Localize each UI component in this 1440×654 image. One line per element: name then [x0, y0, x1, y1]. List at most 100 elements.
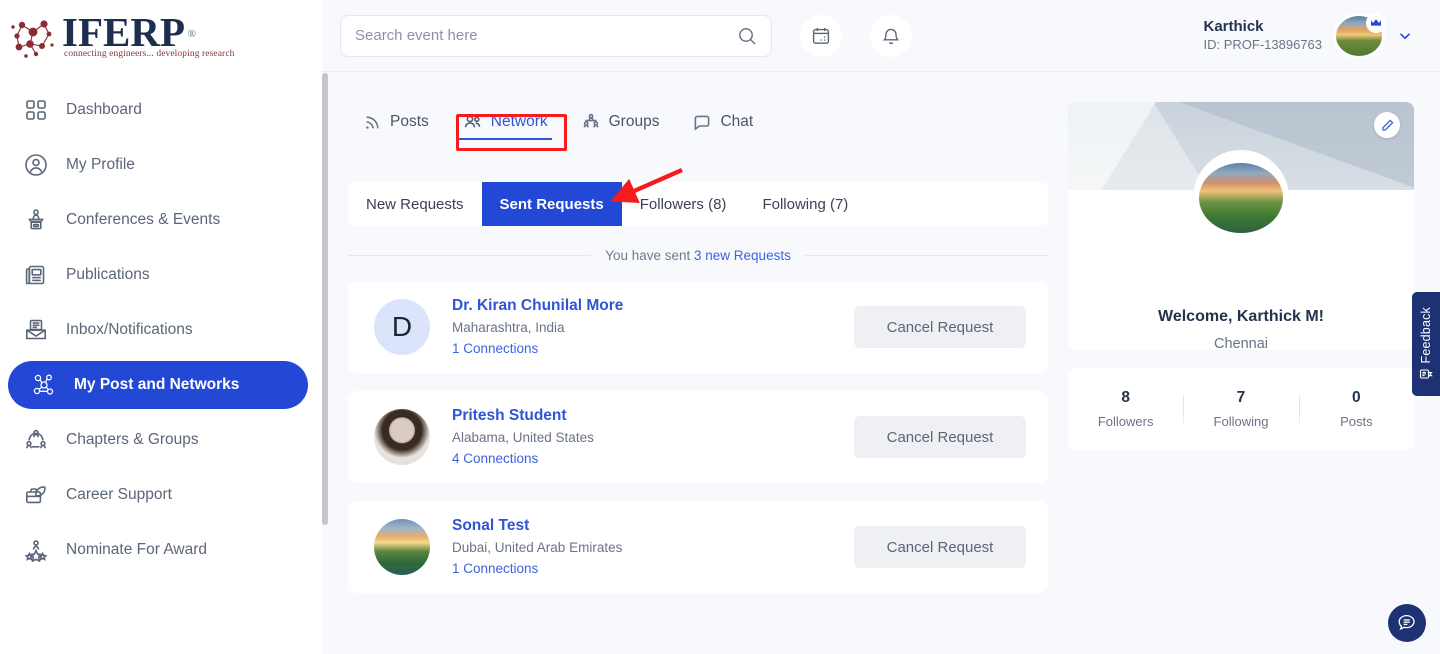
group-hierarchy-icon: [582, 113, 600, 131]
content-column: Posts Network Groups: [348, 102, 1048, 654]
tab-label: Chat: [720, 113, 753, 131]
sidebar-item-label: My Profile: [66, 156, 135, 174]
divider-line-right: [805, 255, 1048, 256]
avatar[interactable]: D: [374, 299, 430, 355]
sidebar-item-label: Inbox/Notifications: [66, 321, 193, 339]
stat-label: Followers: [1068, 414, 1183, 429]
subtab-new-requests[interactable]: New Requests: [348, 182, 482, 226]
profile-card: Welcome, Karthick M! Chennai: [1068, 102, 1414, 350]
person-name[interactable]: Dr. Kiran Chunilal More: [452, 295, 854, 317]
cancel-request-button[interactable]: Cancel Request: [854, 306, 1026, 348]
sidebar-item-chapters-groups[interactable]: Chapters & Groups: [0, 416, 308, 464]
sidebar-item-label: Nominate For Award: [66, 541, 207, 559]
grid-icon: [16, 99, 56, 121]
table-row: Sonal Test Dubai, United Arab Emirates 1…: [348, 501, 1048, 593]
network-subtabs: New Requests Sent Requests Followers (8)…: [348, 182, 1048, 226]
user-menu[interactable]: Karthick ID: PROF-13896763: [1203, 16, 1414, 56]
sidebar-scrollbar-thumb[interactable]: [322, 73, 328, 525]
search-input[interactable]: [355, 27, 737, 44]
tab-label: Posts: [390, 113, 429, 131]
avatar[interactable]: [374, 409, 430, 465]
person-connections[interactable]: 4 Connections: [452, 448, 854, 469]
person-connections[interactable]: 1 Connections: [452, 558, 854, 579]
subtab-followers[interactable]: Followers (8): [622, 182, 745, 226]
sidebar-item-label: Publications: [66, 266, 150, 284]
stat-followers[interactable]: 8 Followers: [1068, 389, 1183, 429]
person-location: Alabama, United States: [452, 427, 854, 448]
tab-groups[interactable]: Groups: [580, 107, 662, 137]
status-count[interactable]: 3 new Requests: [694, 248, 791, 263]
subtab-sent-requests[interactable]: Sent Requests: [482, 182, 622, 226]
person-name[interactable]: Sonal Test: [452, 515, 854, 537]
stat-posts[interactable]: 0 Posts: [1299, 389, 1414, 429]
chat-fab-button[interactable]: [1388, 604, 1426, 642]
subtab-label: Followers (8): [640, 196, 727, 213]
person-connections[interactable]: 1 Connections: [452, 338, 854, 359]
pencil-icon: [1381, 119, 1394, 132]
sidebar-item-label: Career Support: [66, 486, 172, 504]
table-row: D Dr. Kiran Chunilal More Maharashtra, I…: [348, 281, 1048, 373]
sidebar-item-my-post-and-networks[interactable]: My Post and Networks: [8, 361, 308, 409]
search-icon[interactable]: [737, 26, 757, 46]
profile-city: Chennai: [1068, 336, 1414, 350]
status-divider: You have sent 3 new Requests: [348, 248, 1048, 263]
award-stars-icon: [16, 538, 56, 562]
newspaper-icon: [16, 263, 56, 287]
feed-icon: [364, 114, 381, 131]
person-location: Maharashtra, India: [452, 317, 854, 338]
sidebar-item-label: Chapters & Groups: [66, 431, 199, 449]
top-header: Karthick ID: PROF-13896763: [322, 0, 1440, 72]
main-content: Posts Network Groups: [322, 72, 1440, 654]
sidebar-item-my-profile[interactable]: My Profile: [0, 141, 308, 189]
sidebar-item-label: Dashboard: [66, 101, 142, 119]
tab-posts[interactable]: Posts: [362, 107, 431, 137]
profile-avatar-image: [1199, 163, 1283, 233]
row-info: Pritesh Student Alabama, United States 4…: [452, 405, 854, 469]
sidebar-item-dashboard[interactable]: Dashboard: [0, 86, 308, 134]
cancel-request-button[interactable]: Cancel Request: [854, 526, 1026, 568]
calendar-button[interactable]: [800, 15, 842, 57]
stat-following[interactable]: 7 Following: [1183, 389, 1298, 429]
people-group-icon: [16, 428, 56, 452]
feedback-label: Feedback: [1419, 307, 1433, 364]
sidebar-item-publications[interactable]: Publications: [0, 251, 308, 299]
sidebar-item-conferences-events[interactable]: Conferences & Events: [0, 196, 308, 244]
crown-icon: [1366, 13, 1386, 33]
cancel-request-button[interactable]: Cancel Request: [854, 416, 1026, 458]
person-name[interactable]: Pritesh Student: [452, 405, 854, 427]
bell-icon: [881, 26, 901, 46]
table-row: Pritesh Student Alabama, United States 4…: [348, 391, 1048, 483]
sidebar-item-label: Conferences & Events: [66, 211, 220, 229]
avatar[interactable]: [374, 519, 430, 575]
profile-avatar[interactable]: [1193, 150, 1289, 246]
stats-card: 8 Followers 7 Following 0 Posts: [1068, 368, 1414, 450]
people-icon: [463, 114, 482, 131]
stat-label: Posts: [1299, 414, 1414, 429]
search-box[interactable]: [340, 15, 772, 57]
sidebar-item-inbox-notifications[interactable]: Inbox/Notifications: [0, 306, 308, 354]
row-info: Dr. Kiran Chunilal More Maharashtra, Ind…: [452, 295, 854, 359]
edit-profile-button[interactable]: [1374, 112, 1400, 138]
sidebar-item-career-support[interactable]: Career Support: [0, 471, 308, 519]
subtab-label: Following (7): [762, 196, 848, 213]
notifications-button[interactable]: [870, 15, 912, 57]
brand-logo[interactable]: IFERP® connecting engineers... developin…: [0, 0, 322, 72]
user-name: Karthick: [1203, 17, 1322, 36]
tab-network[interactable]: Network: [461, 107, 550, 137]
envelope-icon: [16, 318, 56, 342]
chat-bubble-icon: [693, 114, 711, 131]
row-info: Sonal Test Dubai, United Arab Emirates 1…: [452, 515, 854, 579]
chevron-down-icon[interactable]: [1396, 27, 1414, 45]
subtab-label: New Requests: [366, 196, 464, 213]
stat-value: 7: [1183, 389, 1298, 407]
person-location: Dubai, United Arab Emirates: [452, 537, 854, 558]
user-circle-icon: [16, 153, 56, 177]
tab-chat[interactable]: Chat: [691, 107, 755, 137]
subtab-following[interactable]: Following (7): [744, 182, 866, 226]
feedback-tab[interactable]: Feedback: [1412, 292, 1440, 396]
divider-line-left: [348, 255, 591, 256]
feedback-icon: [1419, 367, 1433, 381]
sidebar-item-nominate-for-award[interactable]: Nominate For Award: [0, 526, 308, 574]
avatar[interactable]: [1336, 16, 1382, 56]
status-text: You have sent 3 new Requests: [591, 248, 805, 263]
